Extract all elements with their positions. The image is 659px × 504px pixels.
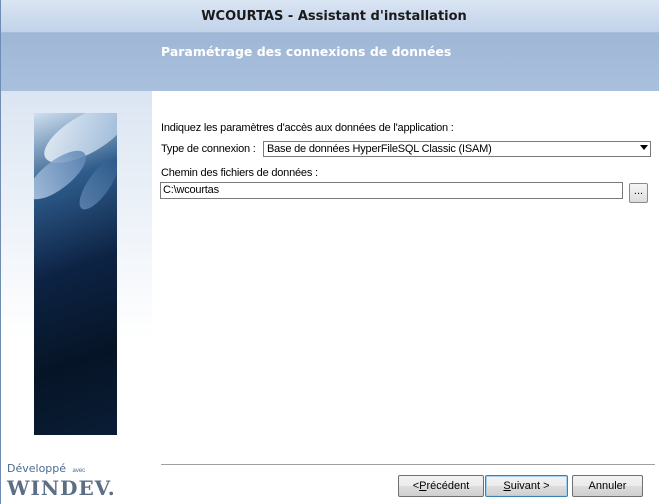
step-heading: Paramétrage des connexions de données — [161, 44, 452, 59]
footer-separator — [161, 464, 655, 466]
data-path-label: Chemin des fichiers de données : — [161, 167, 318, 179]
previous-mnemonic: P — [419, 480, 427, 492]
sidebar-image — [34, 113, 117, 435]
logo-brand-text: WINDEV. — [7, 476, 116, 500]
next-label: uivant > — [510, 480, 550, 492]
browse-button[interactable]: ... — [629, 183, 648, 203]
connection-type-select[interactable]: Base de données HyperFileSQL Classic (IS… — [263, 141, 651, 157]
instruction-text: Indiquez les paramètres d'accès aux donn… — [161, 122, 454, 134]
next-button[interactable]: Suivant > — [485, 475, 568, 497]
connection-type-label: Type de connexion : — [161, 143, 256, 155]
window-title: WCOURTAS - Assistant d'installation — [201, 8, 467, 24]
connection-type-value: Base de données HyperFileSQL Classic (IS… — [267, 143, 492, 155]
previous-label: récédent — [426, 480, 470, 492]
title-bar[interactable]: WCOURTAS - Assistant d'installation — [1, 0, 659, 33]
data-path-value: C:\wcourtas — [163, 184, 219, 196]
dropdown-arrow-icon[interactable] — [640, 145, 648, 150]
cancel-button[interactable]: Annuler — [572, 475, 643, 497]
data-path-input[interactable]: C:\wcourtas — [160, 182, 623, 199]
wizard-sidebar: Développé avec WINDEV. — [1, 91, 152, 504]
logo-avec-text: avec — [72, 468, 86, 474]
previous-button[interactable]: < Précédent — [398, 475, 484, 497]
wizard-banner: Paramétrage des connexions de données — [1, 33, 659, 91]
windev-logo: Développé avec WINDEV. — [7, 459, 147, 500]
wizard-content: Indiquez les paramètres d'accès aux donn… — [152, 91, 659, 504]
next-mnemonic: S — [503, 480, 511, 492]
installer-window: WCOURTAS - Assistant d'installation Para… — [0, 0, 659, 504]
logo-developed-text: Développé — [7, 462, 67, 475]
